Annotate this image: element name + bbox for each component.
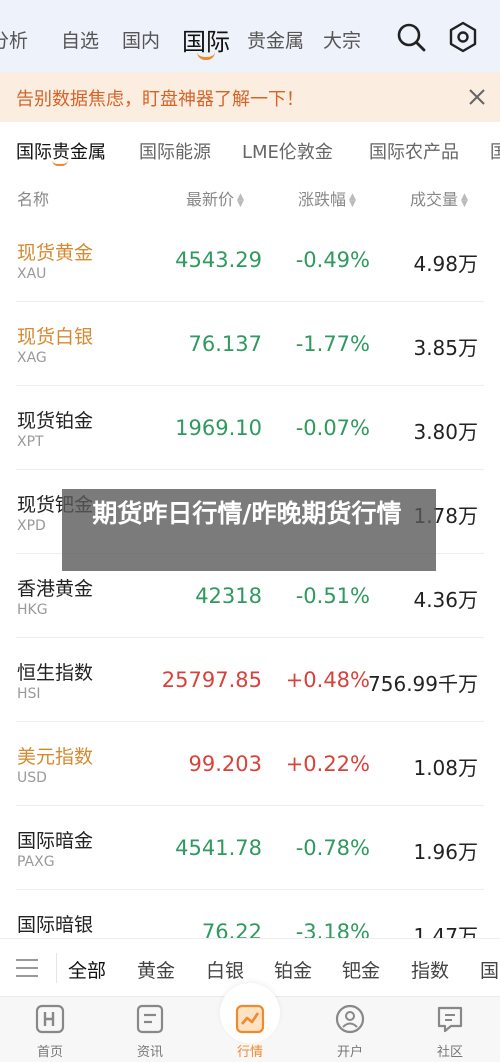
- table-row[interactable]: 国际暗金 PAXG 4541.78 -0.78% 1.96万: [0, 806, 500, 890]
- instrument-code: XAG: [17, 350, 47, 366]
- change-percent: -0.49%: [295, 248, 370, 272]
- instrument-code: XPT: [17, 434, 44, 450]
- instrument-name: 现货白银: [17, 326, 94, 348]
- volume: 1.08万: [413, 756, 478, 780]
- market-subtabs: 国际贵金属 国际能源 LME伦敦金 国际农产品 国: [0, 122, 500, 174]
- community-icon: [437, 1006, 463, 1033]
- header-change[interactable]: 涨跌幅 ▲ ▼: [298, 186, 356, 210]
- tab-precious-metals[interactable]: 贵金属: [247, 26, 304, 53]
- volume: 4.98万: [413, 252, 478, 276]
- header-price[interactable]: 最新价 ▲ ▼: [186, 186, 244, 210]
- change-percent: -1.77%: [295, 332, 370, 356]
- subtab-more[interactable]: 国: [490, 138, 500, 164]
- volume: 1.96万: [413, 840, 478, 864]
- news-icon: [136, 1004, 164, 1034]
- last-price: 4543.29: [175, 248, 262, 272]
- instrument-name: 国际暗银: [17, 914, 94, 936]
- market-chart-icon: [235, 1004, 265, 1034]
- tab-analysis[interactable]: 分析: [0, 26, 28, 53]
- instrument-name: 现货黄金: [17, 242, 94, 264]
- subtab-intl-agriculture[interactable]: 国际农产品: [369, 138, 459, 164]
- category-palladium[interactable]: 钯金: [342, 956, 380, 983]
- subtab-lme[interactable]: LME伦敦金: [242, 138, 333, 164]
- volume: 756.99千万: [368, 672, 478, 696]
- last-price: 25797.85: [161, 668, 262, 692]
- change-percent: -0.78%: [295, 836, 370, 860]
- instrument-name: 现货铂金: [17, 410, 94, 432]
- instrument-code: PAXG: [17, 854, 55, 870]
- bottom-nav: 首页 资讯 行情 开户 社区: [0, 983, 500, 1062]
- instrument-code: XPD: [17, 518, 46, 534]
- category-platinum[interactable]: 铂金: [274, 956, 312, 983]
- caption-text: 期货昨日行情/昨晚期货行情: [92, 499, 402, 528]
- menu-icon[interactable]: [14, 957, 40, 979]
- settings-icon[interactable]: [446, 20, 480, 54]
- sort-icon: ▲ ▼: [349, 191, 356, 209]
- top-nav: 分析 自选 国内 国际 贵金属 大宗: [0, 0, 500, 72]
- top-tab-bar: 分析 自选 国内 国际 贵金属 大宗: [0, 0, 380, 72]
- instrument-code: XAU: [17, 266, 47, 282]
- category-silver[interactable]: 白银: [206, 956, 244, 983]
- category-all[interactable]: 全部: [68, 956, 106, 983]
- table-row[interactable]: 现货白银 XAG 76.137 -1.77% 3.85万: [0, 302, 500, 386]
- subtab-intl-energy[interactable]: 国际能源: [139, 138, 211, 164]
- last-price: 4541.78: [175, 836, 262, 860]
- change-percent: -0.07%: [295, 416, 370, 440]
- last-price: 99.203: [188, 752, 262, 776]
- volume: 1.47万: [413, 924, 478, 938]
- category-more[interactable]: 国: [480, 956, 499, 983]
- home-icon: [35, 1004, 65, 1034]
- sort-icon: ▲ ▼: [461, 191, 468, 209]
- change-percent: +0.22%: [285, 752, 370, 776]
- change-percent: -3.18%: [295, 920, 370, 938]
- instrument-code: HSI: [17, 686, 41, 702]
- table-row[interactable]: 现货黄金 XAU 4543.29 -0.49% 4.98万: [0, 218, 500, 302]
- table-row[interactable]: 现货铂金 XPT 1969.10 -0.07% 3.80万: [0, 386, 500, 470]
- category-divider: [56, 953, 57, 983]
- quote-list: 现货黄金 XAU 4543.29 -0.49% 4.98万现货白银 XAG 76.137 -1…: [0, 218, 500, 938]
- instrument-name: 美元指数: [17, 746, 94, 768]
- banner-text: 告别数据焦虑，盯盘神器了解一下！: [16, 89, 304, 110]
- tab-commodities[interactable]: 大宗: [323, 26, 361, 53]
- change-percent: -0.51%: [295, 584, 370, 608]
- nav-news[interactable]: 资讯: [100, 997, 200, 1062]
- category-index[interactable]: 指数: [411, 956, 449, 983]
- close-icon[interactable]: [462, 82, 492, 112]
- tab-domestic[interactable]: 国内: [122, 26, 160, 53]
- table-row[interactable]: 国际暗银 76.22 -3.18% 1.47万: [0, 890, 500, 938]
- table-row[interactable]: 美元指数 USD 99.203 +0.22% 1.08万: [0, 722, 500, 806]
- nav-open-account[interactable]: 开户: [300, 997, 400, 1062]
- last-price: 76.22: [201, 920, 262, 938]
- instrument-name: 国际暗金: [17, 830, 94, 852]
- volume: 3.85万: [413, 336, 478, 360]
- volume: 4.36万: [413, 588, 478, 612]
- last-price: 42318: [195, 584, 262, 608]
- instrument-code: HKG: [17, 602, 48, 618]
- header-volume[interactable]: 成交量 ▲ ▼: [410, 186, 468, 210]
- nav-market[interactable]: 行情: [200, 983, 300, 1062]
- last-price: 76.137: [188, 332, 262, 356]
- search-icon[interactable]: [394, 20, 428, 54]
- tab-watchlist[interactable]: 自选: [61, 26, 99, 53]
- instrument-code: USD: [17, 770, 47, 786]
- open-account-icon: [335, 1004, 365, 1034]
- instrument-name: 恒生指数: [17, 662, 94, 684]
- sort-icon: ▲ ▼: [237, 191, 244, 209]
- caption-overlay: 期货昨日行情/昨晚期货行情: [62, 489, 436, 571]
- nav-community[interactable]: 社区: [400, 997, 500, 1062]
- volume: 3.80万: [413, 420, 478, 444]
- promo-banner[interactable]: 告别数据焦虑，盯盘神器了解一下！: [0, 72, 500, 122]
- category-gold[interactable]: 黄金: [137, 956, 175, 983]
- change-percent: +0.48%: [285, 668, 370, 692]
- nav-home[interactable]: 首页: [0, 997, 100, 1062]
- instrument-name: 香港黄金: [17, 578, 94, 600]
- table-row[interactable]: 恒生指数 HSI 25797.85 +0.48% 756.99千万: [0, 638, 500, 722]
- header-name: 名称: [17, 190, 50, 209]
- quote-table-header: 名称 最新价 ▲ ▼ 涨跌幅 ▲ ▼ 成交量 ▲ ▼: [0, 174, 500, 218]
- last-price: 1969.10: [175, 416, 262, 440]
